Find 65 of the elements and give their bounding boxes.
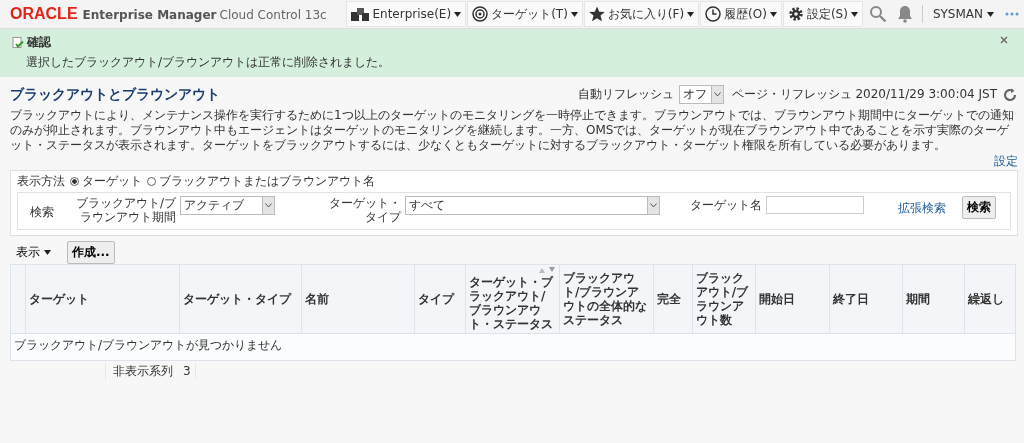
column-header[interactable]: 終了日 (829, 264, 903, 334)
product-edition: Cloud Control 13c (219, 8, 327, 22)
radio-option[interactable]: ブラックアウトまたはブラウンアウト名 (147, 173, 375, 190)
input-field[interactable] (766, 196, 864, 214)
field-label: ターゲット名 (690, 198, 762, 212)
banner-message: 選択したブラックアウト/ブラウンアウトは正常に削除されました。 (26, 54, 392, 71)
stacked-squares-icon (351, 7, 370, 21)
refresh-icon[interactable] (1002, 86, 1018, 103)
caret-icon (987, 11, 994, 17)
close-button[interactable] (998, 34, 1010, 46)
search-label: 検索 (30, 204, 55, 221)
radio-option[interactable]: ターゲット (70, 173, 142, 190)
view-menu[interactable]: 表示 (10, 243, 57, 261)
hidden-columns-count: 3 (183, 364, 196, 378)
settings-icon (787, 6, 804, 22)
column-header[interactable]: ブラックアウト/ブラウンアウト数 (692, 264, 756, 334)
menu-button[interactable]: 履歴(O) (700, 1, 782, 27)
page-title: ブラックアウトとブラウンアウト (10, 85, 220, 104)
auto-refresh-select[interactable]: オフ (678, 85, 724, 104)
caret-icon (570, 11, 578, 17)
oracle-logo: ORACLE (10, 5, 78, 23)
column-header[interactable]: ターゲット・ブラックアウト/ブラウンアウト・ステータス (465, 264, 560, 334)
chevron-down-icon (650, 203, 657, 208)
menu-button[interactable]: Enterprise(E) (346, 1, 467, 27)
column-header[interactable]: 名前 (301, 264, 415, 334)
sort-icon[interactable] (537, 267, 556, 273)
caret-icon (44, 249, 51, 255)
caret-icon (769, 11, 777, 17)
check-icon (12, 36, 24, 49)
menu-button[interactable]: ターゲット(T) (467, 1, 583, 27)
page-refresh-time: ページ・リフレッシュ 2020/11/29 3:00:04 JST (731, 86, 997, 103)
column-header[interactable]: タイプ (414, 264, 466, 334)
clock-icon (705, 6, 722, 22)
column-header[interactable]: ターゲット (25, 264, 180, 334)
caret-icon (850, 11, 858, 17)
advanced-search-link[interactable]: 拡張検索 (898, 200, 946, 217)
column-header[interactable]: 完全 (653, 264, 693, 334)
search-button[interactable]: 検索 (962, 196, 996, 219)
create-button[interactable]: 作成... (67, 240, 115, 264)
menu-button[interactable]: 設定(S) (782, 1, 863, 27)
user-menu[interactable]: SYSMAN (926, 7, 1000, 21)
caret-icon (454, 11, 462, 17)
empty-message: ブラックアウト/ブラウンアウトが見つかりません (14, 338, 283, 352)
field-label: ブラックアウト/ブラウンアウト期間 (74, 196, 176, 224)
column-header[interactable]: 繰返し (964, 264, 1016, 334)
auto-refresh-label: 自動リフレッシュ (577, 86, 674, 103)
description-text: ブラックアウトにより、メンテナンス操作を実行するために1つ以上のターゲットのモニタリングを一時停止できます。ブラウンアウトでは、ブラウンアウト期間中にターゲットでの通知のみが抑止されます。ブラウンアウト中もエージェントはターゲットのモニタリングを継続します。一方、OMSでは、ターゲットが現在ブラウンアウト中であることを示す実際のターゲット・ステータスが表示されます。ターゲットをブラックアウトするには、少なくともターゲットに対するブラックアウト・ターゲット権限を所有している必要があります。 (10, 108, 1015, 153)
menu-button[interactable]: お気に入り(F) (583, 1, 700, 27)
star-icon (588, 6, 605, 22)
chevron-down-icon (265, 203, 272, 208)
target-icon (472, 6, 489, 22)
settings-link[interactable]: 設定 (994, 153, 1018, 170)
product-name: Enterprise Manager (82, 8, 217, 22)
caret-icon (687, 11, 695, 17)
banner-title: 確認 (27, 34, 51, 51)
dropdown-field[interactable]: アクティブ (180, 196, 275, 215)
field-label: ターゲット・タイプ (328, 196, 401, 224)
column-header[interactable]: 開始日 (755, 264, 830, 334)
column-header[interactable]: 期間 (902, 264, 965, 334)
hidden-columns-label: 非表示系列 (105, 362, 183, 380)
column-header[interactable]: ターゲット・タイプ (179, 264, 302, 334)
dropdown-field[interactable]: すべて (405, 196, 660, 215)
view-by-label: 表示方法 (17, 173, 65, 190)
chevron-down-icon (713, 92, 721, 97)
column-header[interactable]: ブラックアウト/ブラウンアウトの全体的なステータス (559, 264, 654, 334)
